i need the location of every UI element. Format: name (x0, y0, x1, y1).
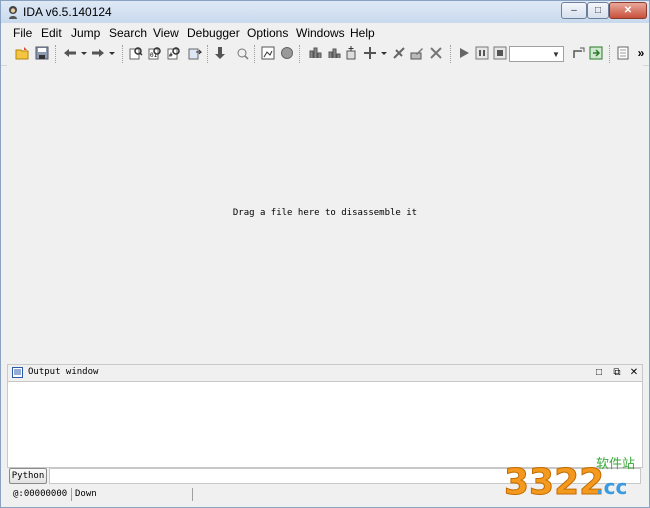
toolbar-separator (450, 45, 453, 63)
jump-down-icon[interactable] (213, 46, 227, 60)
svg-text:#: # (169, 52, 173, 59)
watermark-domain: .cc (596, 475, 627, 499)
menu-windows[interactable]: Windows (296, 26, 345, 40)
pause-icon[interactable] (475, 46, 489, 60)
toolbar-overflow-icon[interactable]: » (634, 46, 648, 60)
ida-app-icon (9, 6, 17, 19)
drag-drop-hint: Drag a file here to disassemble it (232, 208, 418, 218)
toolbar-separator (609, 45, 612, 63)
close-icon[interactable]: ✕ (629, 367, 639, 378)
status-divider (71, 488, 72, 501)
watermark-logo: 3322 .cc 软件站 (504, 457, 636, 504)
patch-icon[interactable] (392, 46, 406, 60)
back-dropdown-icon[interactable] (77, 46, 91, 60)
maximize-button[interactable]: □ (587, 2, 609, 19)
menu-view[interactable]: View (153, 26, 179, 40)
immediate-search-icon[interactable]: # (167, 46, 181, 60)
binary-search-icon[interactable]: 01 (148, 46, 162, 60)
forward-dropdown-icon[interactable] (105, 46, 119, 60)
output-window-header: Output window □ ⧉ ✕ (8, 365, 642, 382)
site-watermark: 3322 .cc 软件站 (504, 448, 644, 504)
forward-icon[interactable] (91, 46, 105, 60)
menu-edit[interactable]: Edit (41, 26, 62, 40)
close-view-icon[interactable] (429, 46, 443, 60)
analyze-icon[interactable] (235, 46, 249, 60)
enum-icon[interactable] (327, 46, 341, 60)
window-title: IDA v6.5.140124 (23, 5, 112, 19)
menu-bar: File Edit Jump Search View Debugger Opti… (1, 24, 649, 42)
script-icon[interactable] (616, 46, 630, 60)
graph-icon[interactable] (261, 46, 275, 60)
add-function-icon[interactable] (344, 46, 358, 60)
disassembly-workspace[interactable]: Drag a file here to disassemble it (7, 65, 643, 363)
attach-icon[interactable] (571, 46, 585, 60)
add-segment-icon[interactable] (363, 46, 377, 60)
python-button[interactable]: Python (9, 468, 47, 484)
toolbar-separator (122, 45, 125, 63)
save-icon[interactable] (35, 46, 49, 60)
toolbar-separator (299, 45, 302, 63)
output-window-icon (12, 367, 23, 378)
toolbar-separator (55, 45, 58, 63)
open-icon[interactable] (15, 46, 29, 60)
status-divider (192, 488, 193, 501)
back-icon[interactable] (63, 46, 77, 60)
toolbar-separator (207, 45, 210, 63)
watermark-chinese: 软件站 (596, 457, 635, 472)
restore-icon[interactable]: □ (594, 367, 604, 378)
menu-options[interactable]: Options (247, 26, 288, 40)
next-code-icon[interactable] (188, 46, 202, 60)
svg-text:01: 01 (150, 52, 158, 59)
status-direction: Down (75, 489, 97, 499)
stop-icon[interactable] (493, 46, 507, 60)
segment-dropdown-icon[interactable] (377, 46, 391, 60)
ida-main-window: IDA v6.5.140124 – □ ✕ File Edit Jump Sea… (0, 0, 650, 508)
toolbar-separator (254, 45, 257, 63)
minimize-button[interactable]: – (561, 2, 587, 19)
watermark-number: 3322 (504, 462, 604, 503)
output-window-title: Output window (28, 367, 99, 377)
toolbar: 01 # ▼ » (1, 43, 649, 66)
menu-jump[interactable]: Jump (71, 26, 100, 40)
chevron-down-icon: ▼ (552, 49, 560, 59)
detach-icon[interactable] (589, 46, 603, 60)
float-icon[interactable]: ⧉ (612, 367, 622, 378)
menu-help[interactable]: Help (350, 26, 375, 40)
debugger-select[interactable]: ▼ (509, 46, 564, 62)
circle-icon[interactable] (280, 46, 294, 60)
menu-debugger[interactable]: Debugger (187, 26, 240, 40)
status-address: @:00000000 (13, 489, 68, 499)
menu-search[interactable]: Search (109, 26, 147, 40)
pencil-icon[interactable] (410, 46, 424, 60)
text-search-icon[interactable] (129, 46, 143, 60)
title-bar[interactable]: IDA v6.5.140124 – □ ✕ (1, 1, 649, 23)
menu-file[interactable]: File (13, 26, 32, 40)
close-button[interactable]: ✕ (609, 2, 647, 19)
struct-icon[interactable] (308, 46, 322, 60)
run-icon[interactable] (457, 46, 471, 60)
